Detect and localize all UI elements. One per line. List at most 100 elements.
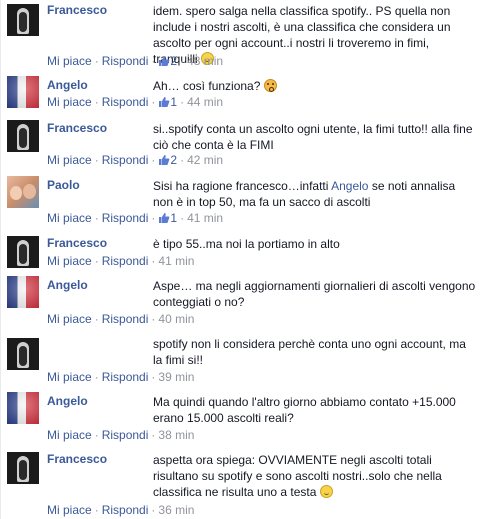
comment-timestamp[interactable]: 41 min [158, 254, 194, 268]
like-button[interactable]: Mi piace [47, 153, 92, 167]
comment-text-body: Ah… così funziona? [153, 79, 261, 93]
comment-actions: Mi piace · Rispondi · 39 min [47, 369, 194, 385]
comment-text: Ma quindi quando l'altro giorno abbiamo … [153, 395, 456, 425]
mention-link[interactable]: Angelo [331, 179, 368, 193]
separator-dot: · [180, 211, 185, 225]
comment: Francesco si..spotify conta un ascolto o… [1, 118, 487, 170]
avatar[interactable] [7, 276, 39, 308]
comment-timestamp[interactable]: 42 min [187, 153, 223, 167]
comment-timestamp[interactable]: 41 min [187, 211, 223, 225]
comment: Francesco è tipo 55..ma noi la portiamo … [1, 234, 487, 270]
comment-actions: Mi piace · Rispondi · 41 min [47, 253, 194, 269]
comment-actions: Mi piace · Rispondi · 1 · 41 min [47, 210, 223, 226]
separator-dot: · [151, 254, 156, 268]
thumbs-up-icon [159, 56, 170, 66]
separator-dot: · [94, 370, 99, 384]
separator-dot: · [151, 312, 156, 326]
comment-text: Sisi ha ragione francesco…infatti Angelo… [153, 178, 477, 210]
comment-timestamp[interactable]: 44 min [187, 95, 223, 109]
comment-text: Aspe… ma negli aggiornamenti giornalieri… [153, 279, 476, 309]
comment-actions: Mi piace · Rispondi · 2 · 48 min [47, 53, 223, 69]
like-count[interactable]: 1 [158, 95, 177, 109]
reply-button[interactable]: Rispondi [102, 254, 149, 268]
comment-text: Ah… così funziona? [153, 78, 477, 94]
comment-actions: Mi piace · Rispondi · 40 min [47, 311, 194, 327]
like-button[interactable]: Mi piace [47, 211, 92, 225]
comment: Francesco idem. spero salga nella classi… [1, 0, 487, 70]
like-button[interactable]: Mi piace [47, 95, 92, 109]
avatar[interactable] [7, 4, 39, 36]
comment-timestamp[interactable]: 39 min [158, 370, 194, 384]
separator-dot: · [151, 370, 156, 384]
comment-author[interactable]: Francesco [47, 452, 107, 466]
comment-author[interactable]: Angelo [47, 394, 88, 408]
comment-author[interactable]: Angelo [47, 278, 88, 292]
like-count[interactable]: 2 [158, 153, 177, 167]
separator-dot: · [94, 211, 99, 225]
comment-thread: Francesco idem. spero salga nella classi… [0, 0, 487, 519]
reply-button[interactable]: Rispondi [102, 153, 149, 167]
separator-dot: · [151, 54, 156, 68]
avatar[interactable] [7, 120, 39, 152]
smile-emoji-icon [319, 485, 333, 498]
separator-dot: · [180, 153, 185, 167]
comment: spotify non li considera perchè conta un… [1, 334, 487, 386]
comment-actions: Mi piace · Rispondi · 38 min [47, 427, 194, 443]
like-button[interactable]: Mi piace [47, 503, 92, 517]
comment-author[interactable]: Francesco [47, 3, 107, 17]
like-button[interactable]: Mi piace [47, 428, 92, 442]
thumbs-up-icon [159, 155, 170, 165]
separator-dot: · [151, 153, 156, 167]
avatar[interactable] [7, 236, 39, 268]
like-button[interactable]: Mi piace [47, 312, 92, 326]
reply-button[interactable]: Rispondi [102, 503, 149, 517]
avatar[interactable] [7, 392, 39, 424]
avatar[interactable] [7, 452, 39, 484]
like-button[interactable]: Mi piace [47, 254, 92, 268]
like-button[interactable]: Mi piace [47, 54, 92, 68]
like-count[interactable]: 2 [158, 54, 177, 68]
separator-dot: · [94, 428, 99, 442]
thumbs-up-icon [159, 97, 170, 107]
like-count[interactable]: 1 [158, 211, 177, 225]
comment-author[interactable]: Francesco [47, 236, 107, 250]
avatar[interactable] [7, 338, 39, 370]
reply-button[interactable]: Rispondi [102, 211, 149, 225]
comment-timestamp[interactable]: 38 min [158, 428, 194, 442]
comment: Francesco aspetta ora spiega: OVVIAMENTE… [1, 450, 487, 519]
comment: Paolo Sisi ha ragione francesco…infatti … [1, 176, 487, 228]
comment-actions: Mi piace · Rispondi · 1 · 44 min [47, 94, 223, 110]
comment-timestamp[interactable]: 40 min [158, 312, 194, 326]
comment: Angelo Ma quindi quando l'altro giorno a… [1, 392, 487, 444]
separator-dot: · [94, 95, 99, 109]
reply-button[interactable]: Rispondi [102, 54, 149, 68]
reply-button[interactable]: Rispondi [102, 428, 149, 442]
separator-dot: · [94, 153, 99, 167]
separator-dot: · [151, 503, 156, 517]
comment-text-body: Sisi ha ragione francesco…infatti [153, 179, 332, 193]
separator-dot: · [151, 95, 156, 109]
separator-dot: · [180, 95, 185, 109]
avatar[interactable] [7, 76, 39, 108]
comment-author[interactable]: Angelo [47, 78, 88, 92]
reply-button[interactable]: Rispondi [102, 370, 149, 384]
like-button[interactable]: Mi piace [47, 370, 92, 384]
separator-dot: · [151, 211, 156, 225]
comment-text: è tipo 55..ma noi la portiamo in alto [153, 237, 340, 251]
reply-button[interactable]: Rispondi [102, 312, 149, 326]
comment-author[interactable]: Francesco [47, 121, 107, 135]
comment-actions: Mi piace · Rispondi · 2 · 42 min [47, 152, 223, 168]
thumbs-up-icon [159, 213, 170, 223]
reply-button[interactable]: Rispondi [102, 95, 149, 109]
separator-dot: · [94, 254, 99, 268]
comment-timestamp[interactable]: 48 min [187, 54, 223, 68]
flushed-emoji-icon [263, 79, 277, 92]
avatar[interactable] [7, 176, 39, 208]
comment-author[interactable]: Paolo [47, 178, 80, 192]
comment-text: aspetta ora spiega: OVVIAMENTE negli asc… [153, 452, 477, 500]
separator-dot: · [94, 312, 99, 326]
comment: Angelo Aspe… ma negli aggiornamenti gior… [1, 276, 487, 328]
separator-dot: · [94, 54, 99, 68]
comment: Angelo Ah… così funziona? Mi piace · Rispo… [1, 76, 487, 112]
comment-timestamp[interactable]: 36 min [158, 503, 194, 517]
